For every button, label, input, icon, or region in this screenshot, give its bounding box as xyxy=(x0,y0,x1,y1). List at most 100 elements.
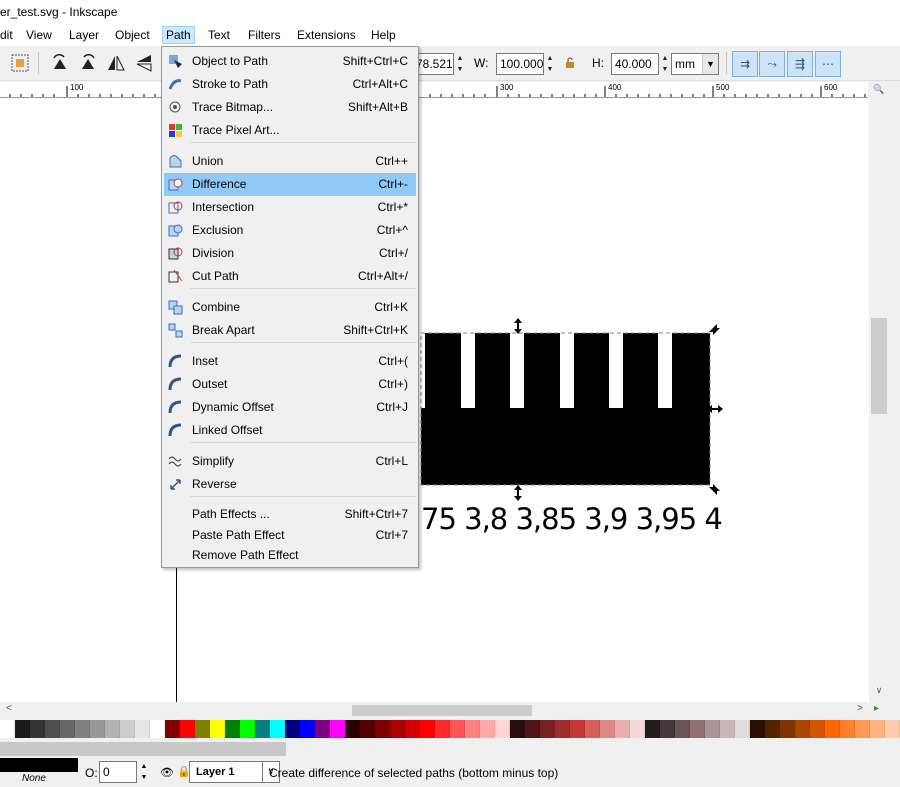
scroll-right-arrow[interactable]: > xyxy=(857,703,863,714)
vertical-scrollbar[interactable]: 🔍 ∨ xyxy=(869,82,900,702)
scale-corners-toggle[interactable]: ⤳ xyxy=(759,51,785,77)
scale-handle-bottom-right[interactable] xyxy=(709,484,720,495)
lock-ratio-icon[interactable] xyxy=(563,56,577,70)
menu-help[interactable]: Help xyxy=(368,26,399,44)
arrow-right-icon[interactable]: ▸ xyxy=(874,703,879,714)
menu-filters[interactable]: Filters xyxy=(245,26,284,44)
w-input[interactable]: 100.000 xyxy=(496,53,544,75)
color-swatch[interactable] xyxy=(405,720,420,738)
color-swatch[interactable] xyxy=(570,720,585,738)
color-swatch[interactable] xyxy=(390,720,405,738)
color-swatch[interactable] xyxy=(165,720,180,738)
color-swatch[interactable] xyxy=(120,720,135,738)
menu-view[interactable]: View xyxy=(23,26,55,44)
menu-item-path-effects[interactable]: Path Effects ... Shift+Ctrl+7 xyxy=(164,503,416,526)
color-swatch[interactable] xyxy=(525,720,540,738)
color-swatch[interactable] xyxy=(720,720,735,738)
menu-layer[interactable]: Layer xyxy=(66,26,102,44)
horizontal-scroll-thumb[interactable] xyxy=(352,705,532,716)
drawing-canvas[interactable]: 75 3,8 3,85 3,9 3,95 4 xyxy=(0,98,869,702)
h-input[interactable]: 40.000 xyxy=(611,53,659,75)
color-swatch[interactable] xyxy=(795,720,810,738)
color-swatch[interactable] xyxy=(0,720,15,738)
menu-item-exclusion[interactable]: Exclusion Ctrl+^ xyxy=(164,219,416,242)
color-swatch[interactable] xyxy=(780,720,795,738)
fill-indicator[interactable] xyxy=(0,758,78,772)
color-swatch[interactable] xyxy=(510,720,525,738)
color-swatch[interactable] xyxy=(885,720,900,738)
color-swatch[interactable] xyxy=(15,720,30,738)
color-swatch[interactable] xyxy=(810,720,825,738)
color-swatch[interactable] xyxy=(105,720,120,738)
color-swatch[interactable] xyxy=(225,720,240,738)
rotate-cw-icon[interactable] xyxy=(78,53,98,73)
move-gradients-toggle[interactable]: ⇶ xyxy=(787,51,813,77)
scale-handle-bottom[interactable] xyxy=(514,485,522,501)
rotate-ccw-icon[interactable] xyxy=(50,53,70,73)
menu-path[interactable]: Path xyxy=(162,26,195,44)
color-swatch[interactable] xyxy=(540,720,555,738)
color-swatch[interactable] xyxy=(315,720,330,738)
scale-handle-top-right[interactable] xyxy=(709,324,720,335)
color-swatch[interactable] xyxy=(645,720,660,738)
color-swatch[interactable] xyxy=(180,720,195,738)
color-swatch[interactable] xyxy=(300,720,315,738)
menu-item-stroke-to-path[interactable]: Stroke to Path Ctrl+Alt+C xyxy=(164,73,416,96)
color-swatch[interactable] xyxy=(660,720,675,738)
menu-item-dynamic-offset[interactable]: Dynamic Offset Ctrl+J xyxy=(164,396,416,419)
scale-handle-top[interactable] xyxy=(514,318,522,334)
color-swatch[interactable] xyxy=(30,720,45,738)
color-swatch[interactable] xyxy=(495,720,510,738)
color-swatch[interactable] xyxy=(285,720,300,738)
menu-item-trace-pixel-art[interactable]: Trace Pixel Art... xyxy=(164,119,416,142)
scale-stroke-toggle[interactable]: ⇉ xyxy=(732,51,758,77)
scale-numbers-text[interactable]: 75 3,8 3,85 3,9 3,95 4 xyxy=(421,502,723,536)
color-swatch[interactable] xyxy=(840,720,855,738)
color-swatch[interactable] xyxy=(750,720,765,738)
color-swatch[interactable] xyxy=(465,720,480,738)
color-swatch[interactable] xyxy=(630,720,645,738)
color-swatch[interactable] xyxy=(675,720,690,738)
color-swatch[interactable] xyxy=(765,720,780,738)
w-spinner[interactable]: ▲ ▼ xyxy=(544,53,556,75)
eye-icon[interactable]: 👁 xyxy=(160,766,174,779)
x-spinner[interactable]: ▲ ▼ xyxy=(454,53,466,75)
menu-item-division[interactable]: Division Ctrl+/ xyxy=(164,242,416,265)
menu-edit[interactable]: dit xyxy=(0,26,16,44)
color-swatch[interactable] xyxy=(90,720,105,738)
color-swatch[interactable] xyxy=(855,720,870,738)
menu-item-remove-path-effect[interactable]: Remove Path Effect xyxy=(164,544,416,567)
menu-item-trace-bitmap[interactable]: Trace Bitmap... Shift+Alt+B xyxy=(164,96,416,119)
unit-select[interactable]: mm ▼ xyxy=(671,53,719,75)
color-swatch[interactable] xyxy=(705,720,720,738)
color-swatch[interactable] xyxy=(825,720,840,738)
menu-object[interactable]: Object xyxy=(112,26,153,44)
menu-item-reverse[interactable]: Reverse xyxy=(164,473,416,496)
color-swatch[interactable] xyxy=(435,720,450,738)
color-swatch[interactable] xyxy=(195,720,210,738)
color-swatch[interactable] xyxy=(600,720,615,738)
color-swatch[interactable] xyxy=(240,720,255,738)
zoom-icon[interactable]: 🔍 xyxy=(872,84,886,95)
menu-item-break-apart[interactable]: Break Apart Shift+Ctrl+K xyxy=(164,319,416,342)
menu-item-outset[interactable]: Outset Ctrl+) xyxy=(164,373,416,396)
color-swatch[interactable] xyxy=(555,720,570,738)
menu-item-combine[interactable]: Combine Ctrl+K xyxy=(164,296,416,319)
color-swatch[interactable] xyxy=(345,720,360,738)
select-touch-icon[interactable] xyxy=(10,53,30,73)
vertical-scroll-thumb[interactable] xyxy=(871,318,887,414)
color-swatch[interactable] xyxy=(690,720,705,738)
color-swatch[interactable] xyxy=(150,720,165,738)
color-swatch[interactable] xyxy=(585,720,600,738)
color-swatch[interactable] xyxy=(330,720,345,738)
color-swatch[interactable] xyxy=(270,720,285,738)
menu-item-linked-offset[interactable]: Linked Offset xyxy=(164,419,416,442)
color-swatch[interactable] xyxy=(360,720,375,738)
color-swatch[interactable] xyxy=(45,720,60,738)
color-swatch[interactable] xyxy=(480,720,495,738)
flip-horizontal-icon[interactable] xyxy=(106,53,126,73)
color-swatch[interactable] xyxy=(615,720,630,738)
h-spinner[interactable]: ▲ ▼ xyxy=(659,53,671,75)
scroll-left-arrow[interactable]: < xyxy=(6,703,12,714)
color-swatch[interactable] xyxy=(75,720,90,738)
